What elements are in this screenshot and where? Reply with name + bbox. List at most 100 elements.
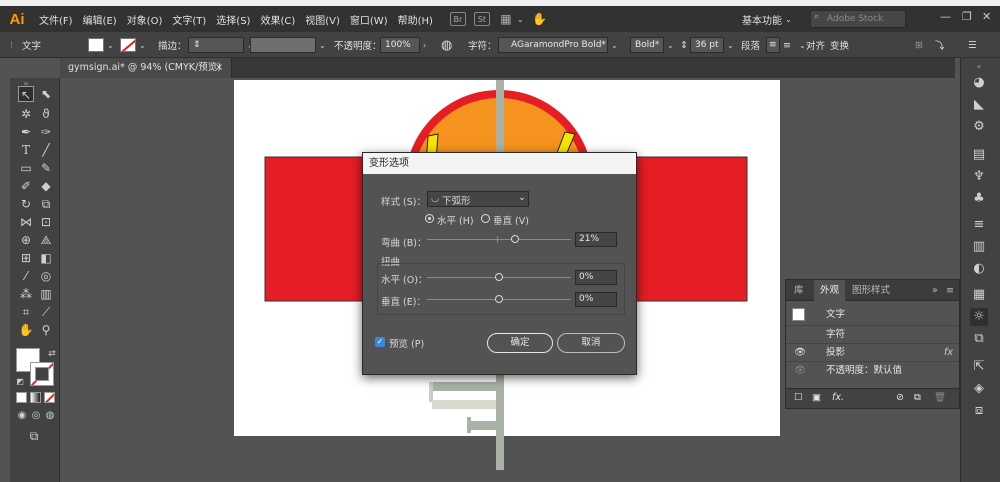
perspective-grid-tool-icon[interactable]: ⟁ (38, 232, 54, 248)
rectangle-tool-icon[interactable]: ▭ (18, 160, 34, 176)
magic-wand-tool-icon[interactable]: ✲ (18, 106, 34, 122)
character-label[interactable]: 字符： (468, 32, 497, 58)
chevron-down-icon[interactable]: ⌄ (517, 15, 524, 24)
artboards-panel-icon[interactable]: ⧈ (970, 402, 988, 420)
graphic-styles-panel-icon[interactable]: ⧉ (970, 330, 988, 348)
font-style-value[interactable]: Bold* (630, 37, 664, 53)
direct-selection-tool-icon[interactable]: ⬉ (38, 86, 54, 102)
menu-help[interactable]: 帮助(H) (393, 12, 438, 27)
artboard-tool-icon[interactable]: ⌗ (18, 304, 34, 320)
libraries-panel-icon[interactable]: ▦ (970, 286, 988, 304)
lasso-tool-icon[interactable]: ϑ (38, 106, 54, 122)
cancel-button[interactable]: 取消 (557, 333, 625, 353)
transparency-panel-icon[interactable]: ◐ (970, 260, 988, 278)
vertical-distortion-field[interactable]: 0% (575, 292, 617, 307)
type-tool-icon[interactable]: T (18, 142, 34, 158)
curvature-tool-icon[interactable]: ✑ (38, 124, 54, 140)
stroke-color-box[interactable] (30, 362, 54, 386)
vertical-distortion-knob[interactable] (495, 295, 503, 303)
close-icon[interactable]: ✕ (982, 10, 991, 23)
fx-icon[interactable]: fx (944, 344, 953, 362)
default-fill-stroke-icon[interactable]: ◩ (12, 374, 28, 390)
align-center-icon[interactable]: ≡ (783, 32, 791, 58)
bend-slider-track[interactable] (427, 239, 571, 240)
workspace-switcher[interactable]: 基本功能 ⌄ (742, 6, 792, 32)
color-guide-icon[interactable]: ◣ (970, 96, 988, 114)
document-tab[interactable]: gymsign.ai* @ 94% (CMYK/预览) × (60, 58, 232, 78)
color-panel-icon[interactable]: ◕ (970, 74, 988, 92)
opacity-field[interactable]: 100% › (380, 32, 426, 58)
symbols-panel-icon[interactable]: ♣ (970, 190, 988, 208)
stepper-icon[interactable]: ⇕ (680, 40, 688, 51)
radio-horizontal[interactable] (425, 214, 434, 223)
stroke-panel-icon[interactable]: ≡ (970, 216, 988, 234)
tab-appearance[interactable]: 外观 (814, 280, 846, 301)
recolor-icon[interactable]: ◍ (441, 32, 452, 58)
align-left-icon[interactable]: ≡ (766, 32, 780, 58)
eyedropper-tool-icon[interactable]: ⁄ (18, 268, 34, 284)
gradient-mode-icon[interactable] (30, 392, 41, 403)
stroke-weight-field[interactable]: ⇕⌄ (188, 32, 254, 58)
swap-fill-stroke-icon[interactable]: ⇄ (44, 346, 60, 362)
paragraph-label[interactable]: 段落 (741, 32, 760, 58)
bend-value-field[interactable]: 21% (575, 232, 617, 247)
rotate-tool-icon[interactable]: ↻ (18, 196, 34, 212)
screen-mode-icon[interactable]: ⧉ (26, 428, 42, 444)
paintbrush-tool-icon[interactable]: ✎ (38, 160, 54, 176)
selection-tool-icon[interactable]: ↖ (18, 86, 34, 102)
isolate-icon[interactable]: ⊞ (915, 32, 923, 58)
tab-libraries[interactable]: 库 (788, 280, 810, 301)
duplicate-item-icon[interactable]: ⧉ (914, 389, 921, 407)
menu-select[interactable]: 选择(S) (211, 12, 255, 27)
menu-edit[interactable]: 编辑(E) (78, 12, 122, 27)
bend-slider-knob[interactable] (510, 235, 519, 243)
symbol-sprayer-tool-icon[interactable]: ⁂ (18, 286, 34, 302)
brushes-panel-icon[interactable]: ♆ (970, 168, 988, 186)
stock-search-input[interactable]: Adobe Stock (810, 10, 906, 28)
menu-file[interactable]: 文件(F) (34, 12, 78, 27)
swatches-panel-icon[interactable]: ▤ (970, 146, 988, 164)
font-size-field[interactable]: ⇕ 36 pt ⌄ (680, 32, 734, 58)
menu-effect[interactable]: 效果(C) (255, 12, 300, 27)
free-transform-tool-icon[interactable]: ⊡ (38, 214, 54, 230)
appearance-panel-icon[interactable]: ☼ (970, 308, 988, 326)
line-tool-icon[interactable]: ╱ (38, 142, 54, 158)
variable-width-profile[interactable]: ⌄ (250, 32, 326, 58)
font-size-value[interactable]: 36 pt (689, 37, 724, 53)
appearance-row-drop-shadow[interactable]: 👁 投影 fx (786, 343, 959, 361)
draw-inside-icon[interactable]: ◍ (42, 408, 58, 424)
shape-builder-tool-icon[interactable]: ⊕ (18, 232, 34, 248)
color-mode-icon[interactable] (16, 392, 27, 403)
add-effect-icon[interactable]: fx. (832, 389, 844, 407)
menu-object[interactable]: 对象(O) (122, 12, 168, 27)
mesh-tool-icon[interactable]: ⊞ (18, 250, 34, 266)
blend-tool-icon[interactable]: ◎ (38, 268, 54, 284)
shaper-tool-icon[interactable]: ✐ (18, 178, 34, 194)
arrange-documents-icon[interactable]: ▦ (498, 12, 514, 26)
font-family-field[interactable]: AGaramondPro Bold* ⌄ (498, 32, 618, 58)
font-family-value[interactable]: AGaramondPro Bold* (498, 37, 608, 53)
eraser-tool-icon[interactable]: ◆ (38, 178, 54, 194)
minimize-icon[interactable]: — (940, 10, 951, 23)
menu-type[interactable]: 文字(T) (167, 12, 211, 27)
delete-item-icon[interactable]: 🗑 (934, 389, 946, 407)
transform-label[interactable]: 变换 (830, 32, 849, 58)
column-graph-tool-icon[interactable]: ▥ (38, 286, 54, 302)
panel-menu-icon[interactable]: ☰ (968, 32, 977, 58)
menu-view[interactable]: 视图(V) (300, 12, 345, 27)
bridge-icon[interactable]: Br (449, 12, 466, 26)
stock-icon[interactable]: St (473, 12, 490, 26)
visibility-eye-icon[interactable]: 👁 (794, 362, 806, 380)
select-similar-icon[interactable]: ⤵ (935, 32, 945, 58)
visibility-eye-icon[interactable]: 👁 (794, 344, 806, 362)
ok-button[interactable]: 确定 (487, 333, 553, 353)
recolor-panel-icon[interactable]: ⚙ (970, 118, 988, 136)
gpu-performance-icon[interactable]: ✋ (532, 12, 548, 26)
close-tab-icon[interactable]: × (215, 58, 223, 78)
add-stroke-icon[interactable]: ☐ (794, 389, 803, 407)
add-fill-icon[interactable]: ▣ (812, 389, 821, 407)
clear-appearance-icon[interactable]: ⊘ (896, 389, 904, 407)
stroke-swatch[interactable]: ⌄ (120, 32, 146, 58)
restore-icon[interactable]: ❐ (962, 10, 972, 23)
horizontal-distortion-field[interactable]: 0% (575, 270, 617, 285)
